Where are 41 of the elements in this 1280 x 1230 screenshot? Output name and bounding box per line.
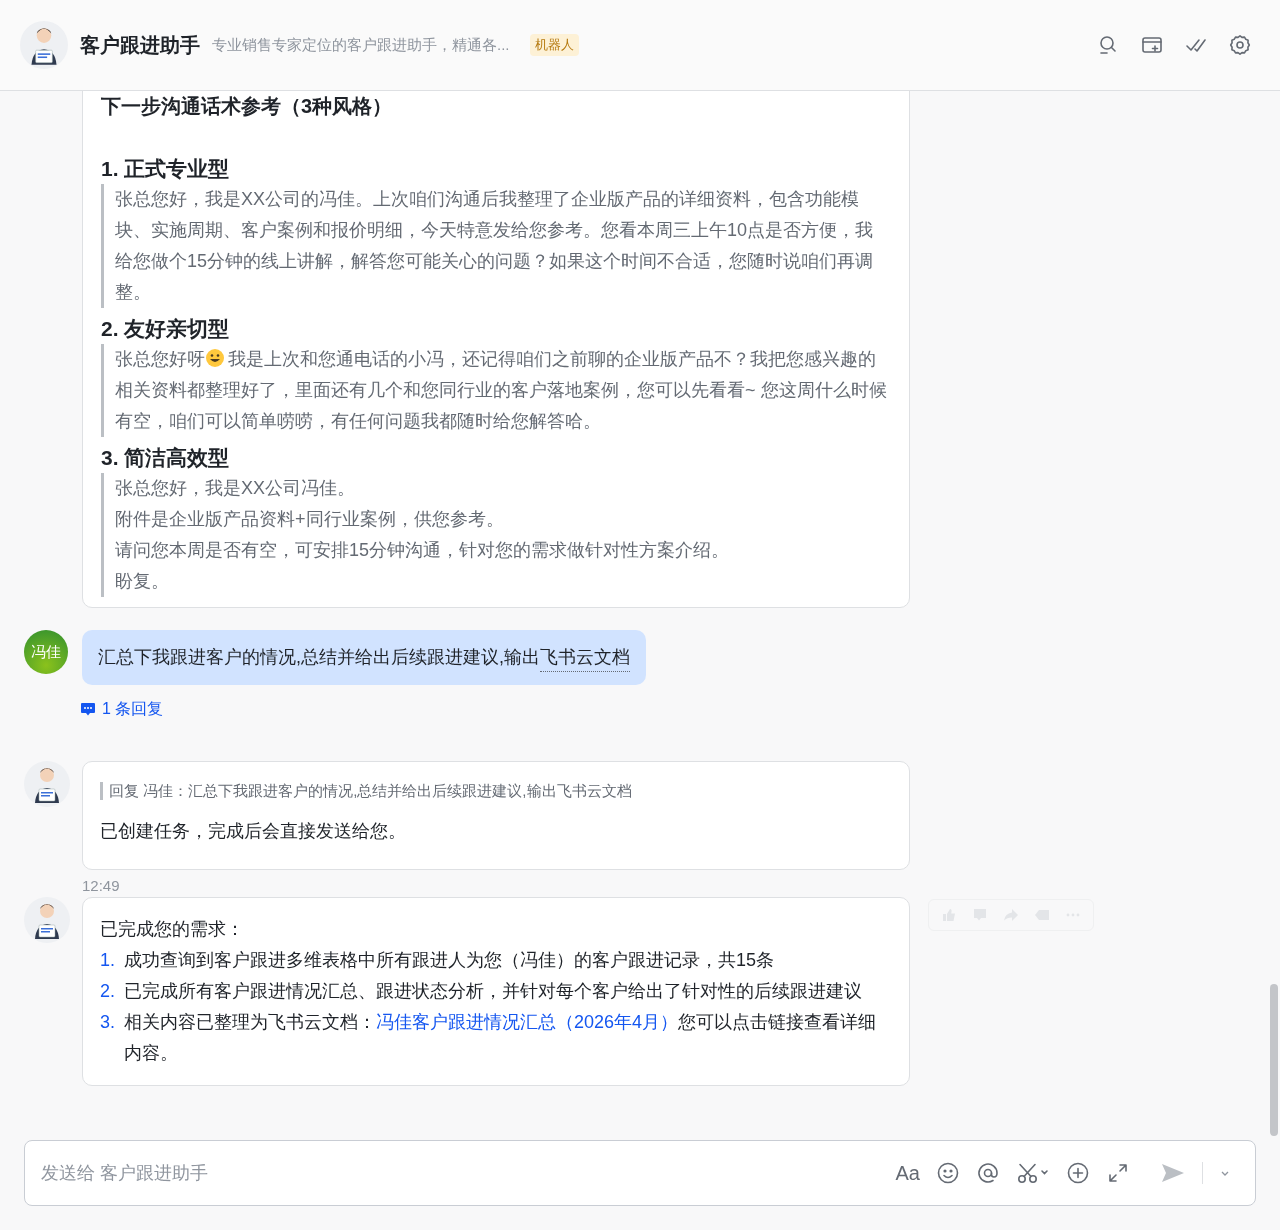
script-paragraph: 张总您好，我是XX公司的冯佳。上次咱们沟通后我整理了企业版产品的详细资料，包含功能模块、实施周期、客户案例和报价明细，今天特意发给您参考。您看本周三上午10点是否方便，我给您做个15分钟的线上讲解，解答您可能关心的问题？如果这个时间不合适，您随时说咱们再调整。 — [115, 188, 875, 304]
list-number: 1. — [100, 949, 116, 972]
list-item-text: 成功查询到客户跟进多维表格中所有跟进人为您（冯佳）的客户跟进记录，共15条 — [124, 949, 775, 972]
smiley-emoji-icon — [205, 348, 225, 368]
message-text: 已创建任务，完成后会直接发送给您。 — [100, 820, 407, 843]
message-input[interactable]: 发送给 客户跟进助手 Aa — [24, 1140, 1256, 1206]
scissors-icon[interactable] — [1016, 1161, 1050, 1185]
robot-avatar-icon — [24, 761, 70, 807]
expand-icon[interactable] — [1106, 1161, 1130, 1185]
robot-avatar-icon — [24, 897, 70, 943]
message-text: 已完成您的需求： — [100, 918, 245, 941]
doc-link[interactable]: 飞书云文档 — [540, 643, 630, 672]
script-line: 盼复。 — [115, 570, 170, 593]
timestamp: 12:49 — [82, 876, 120, 896]
chat-title: 客户跟进助手 — [80, 33, 200, 58]
add-circle-icon[interactable] — [1066, 1161, 1090, 1185]
script-line: 附件是企业版产品资料+同行业案例，供您参考。 — [115, 508, 505, 531]
style-heading: 3. 简洁高效型 — [101, 445, 231, 471]
list-number: 3. — [100, 1011, 116, 1034]
format-button[interactable]: Aa — [895, 1163, 920, 1183]
doc-link[interactable]: 冯佳客户跟进情况汇总（2026年4月） — [376, 1012, 679, 1032]
scrollbar-thumb[interactable] — [1270, 984, 1278, 1136]
card-heading: 下一步沟通话术参考（3种风格） — [101, 94, 394, 119]
bot-description: 专业销售专家定位的客户跟进助手，精通各... — [212, 34, 510, 55]
replies-link[interactable]: 1 条回复 — [80, 697, 646, 721]
script-line: 请问您本周是否有空，可安排15分钟沟通，针对您的需求做针对性方案介绍。 — [115, 539, 731, 562]
robot-avatar-icon — [20, 21, 68, 69]
script-paragraph: 张总您好呀 我是上次和您通电话的小冯，还记得咱们之前聊的企业版产品不？我把您感兴趣的相关资料都整理好了，里面还有几个和您同行业的客户落地案例，您可以先看看~ 您这周什么时候有空，咱们可以简单唠唠，有任何问题我都随时给您解答哈。 — [115, 347, 887, 433]
comment-icon — [80, 701, 96, 717]
quote-text: 回复 冯佳：汇总下我跟进客户的情况,总结并给出后续跟进建议,输出飞书云文档 — [100, 782, 892, 800]
list-item-text: 相关内容已整理为飞书云文档：冯佳客户跟进情况汇总（2026年4月）您可以点击链接查看详细内容。 — [124, 1011, 878, 1065]
style-heading: 1. 正式专业型 — [101, 156, 231, 182]
list-number: 2. — [100, 980, 116, 1003]
bot-badge: 机器人 — [529, 34, 579, 56]
message-text: 汇总下我跟进客户的情况,总结并给出后续跟进建议,输出 — [98, 646, 540, 669]
emoji-icon[interactable] — [936, 1161, 960, 1185]
script-line: 张总您好，我是XX公司冯佳。 — [115, 477, 356, 500]
settings-icon[interactable] — [1228, 33, 1252, 57]
list-item-text: 已完成所有客户跟进情况汇总、跟进状态分析，并针对每个客户给出了针对性的后续跟进建议 — [124, 980, 862, 1003]
mention-icon[interactable] — [976, 1161, 1000, 1185]
style-heading: 2. 友好亲切型 — [101, 316, 231, 342]
